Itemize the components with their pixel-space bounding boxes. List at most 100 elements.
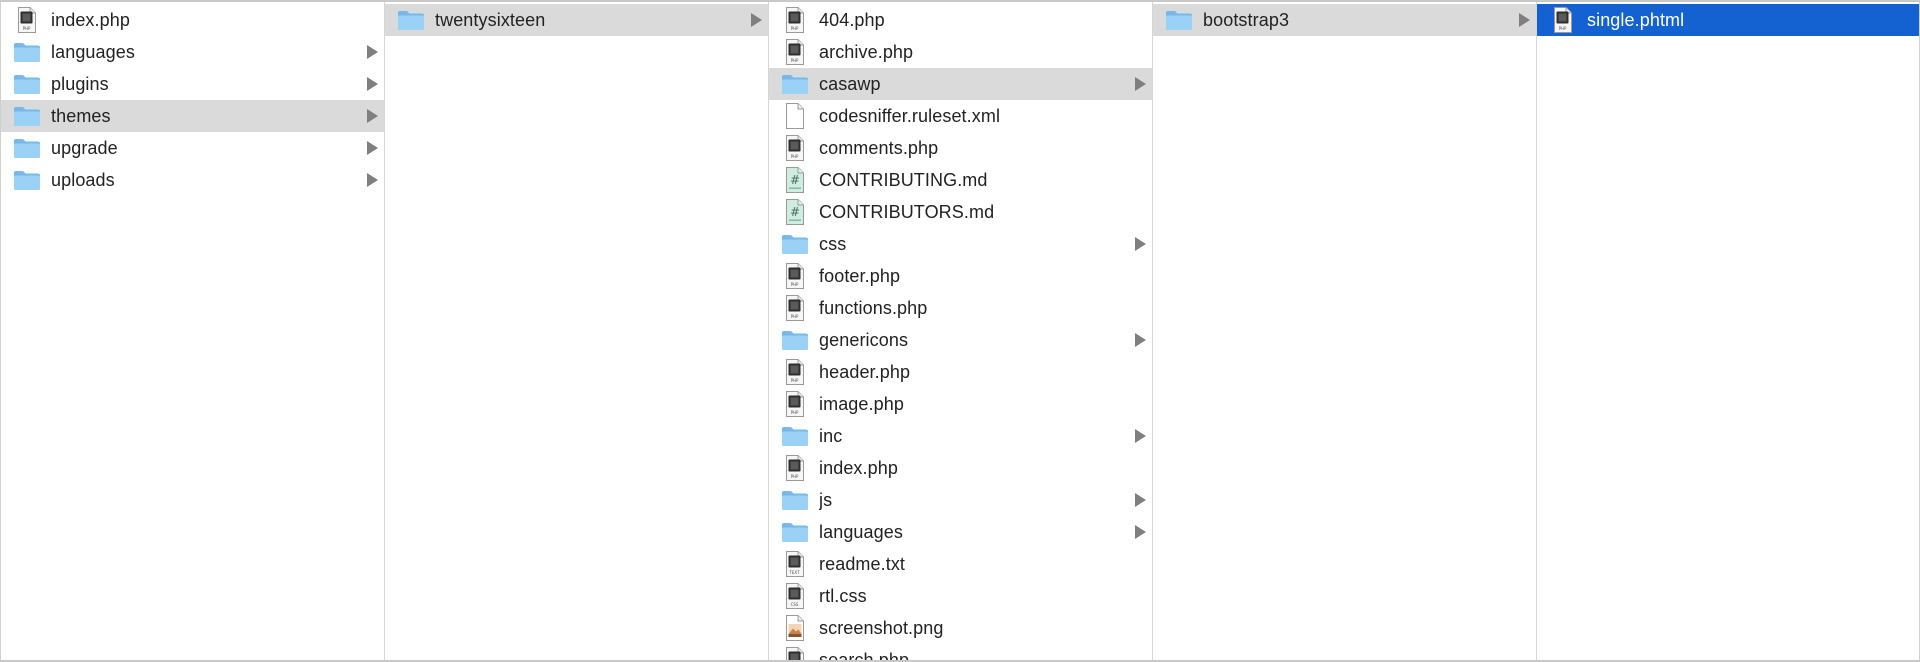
folder-icon bbox=[397, 7, 425, 33]
markdown-file-icon: # bbox=[781, 167, 809, 193]
item-name: js bbox=[819, 489, 833, 510]
item-name: comments.php bbox=[819, 137, 939, 158]
folder-icon bbox=[781, 231, 809, 257]
item-name: bootstrap3 bbox=[1203, 9, 1290, 30]
php-file-icon: PHP bbox=[1549, 7, 1577, 33]
php-file-icon: PHP bbox=[781, 647, 809, 660]
item-name: genericons bbox=[819, 329, 909, 350]
file-row[interactable]: PHP comments.php bbox=[769, 132, 1152, 164]
php-file-icon: PHP bbox=[781, 359, 809, 385]
file-row[interactable]: # CONTRIBUTING.md bbox=[769, 164, 1152, 196]
folder-row[interactable]: uploads bbox=[1, 164, 384, 196]
file-row[interactable]: codesniffer.ruleset.xml bbox=[769, 100, 1152, 132]
item-name: CONTRIBUTORS.md bbox=[819, 201, 995, 222]
item-name: rtl.css bbox=[819, 585, 867, 606]
disclosure-arrow-icon bbox=[1135, 525, 1146, 539]
finder-column-3[interactable]: PHP 404.php PHP archive.php casawp codes… bbox=[769, 2, 1153, 660]
file-row[interactable]: PHP index.php bbox=[769, 452, 1152, 484]
folder-icon bbox=[781, 487, 809, 513]
file-row[interactable]: PHP image.php bbox=[769, 388, 1152, 420]
file-row[interactable]: TEXT readme.txt bbox=[769, 548, 1152, 580]
item-name: footer.php bbox=[819, 265, 901, 286]
php-file-icon: PHP bbox=[781, 263, 809, 289]
folder-row[interactable]: css bbox=[769, 228, 1152, 260]
item-name: CONTRIBUTING.md bbox=[819, 169, 988, 190]
svg-text:PHP: PHP bbox=[23, 26, 31, 31]
item-name: css bbox=[819, 233, 847, 254]
folder-row[interactable]: casawp bbox=[769, 68, 1152, 100]
file-row[interactable]: PHP 404.php bbox=[769, 4, 1152, 36]
disclosure-arrow-icon bbox=[1135, 237, 1146, 251]
item-name: upgrade bbox=[51, 137, 118, 158]
folder-row[interactable]: js bbox=[769, 484, 1152, 516]
file-row[interactable]: PHP archive.php bbox=[769, 36, 1152, 68]
svg-text:TEXT: TEXT bbox=[788, 570, 800, 575]
file-row[interactable]: PHP header.php bbox=[769, 356, 1152, 388]
folder-row[interactable]: languages bbox=[769, 516, 1152, 548]
disclosure-arrow-icon bbox=[1135, 429, 1146, 443]
item-name: screenshot.png bbox=[819, 617, 944, 638]
folder-icon bbox=[1165, 7, 1193, 33]
blank-document-icon bbox=[781, 103, 809, 129]
file-row[interactable]: screenshot.png bbox=[769, 612, 1152, 644]
item-name: twentysixteen bbox=[435, 9, 546, 30]
item-name: uploads bbox=[51, 169, 115, 190]
svg-text:PHP: PHP bbox=[791, 314, 799, 319]
folder-row[interactable]: twentysixteen bbox=[385, 4, 768, 36]
folder-row[interactable]: genericons bbox=[769, 324, 1152, 356]
finder-column-2[interactable]: twentysixteen bbox=[385, 2, 769, 660]
php-file-icon: PHP bbox=[13, 7, 41, 33]
folder-row[interactable]: bootstrap3 bbox=[1153, 4, 1536, 36]
disclosure-arrow-icon bbox=[1135, 493, 1146, 507]
css-file-icon: CSS bbox=[781, 583, 809, 609]
folder-icon bbox=[781, 519, 809, 545]
item-name: functions.php bbox=[819, 297, 928, 318]
php-file-icon: PHP bbox=[781, 7, 809, 33]
finder-column-1[interactable]: PHP index.php languages plugins themes u… bbox=[1, 2, 385, 660]
item-name: header.php bbox=[819, 361, 911, 382]
folder-row[interactable]: upgrade bbox=[1, 132, 384, 164]
file-row[interactable]: PHP functions.php bbox=[769, 292, 1152, 324]
folder-row[interactable]: languages bbox=[1, 36, 384, 68]
folder-row[interactable]: themes bbox=[1, 100, 384, 132]
folder-icon bbox=[13, 71, 41, 97]
folder-row[interactable]: inc bbox=[769, 420, 1152, 452]
disclosure-arrow-icon bbox=[367, 45, 378, 59]
php-file-icon: PHP bbox=[781, 135, 809, 161]
disclosure-arrow-icon bbox=[367, 141, 378, 155]
item-name: 404.php bbox=[819, 9, 885, 30]
disclosure-arrow-icon bbox=[751, 13, 762, 27]
folder-row[interactable]: plugins bbox=[1, 68, 384, 100]
svg-text:PHP: PHP bbox=[791, 474, 799, 479]
svg-text:PHP: PHP bbox=[1559, 26, 1567, 31]
php-file-icon: PHP bbox=[781, 39, 809, 65]
disclosure-arrow-icon bbox=[367, 77, 378, 91]
php-file-icon: PHP bbox=[781, 295, 809, 321]
php-file-icon: PHP bbox=[781, 455, 809, 481]
item-name: codesniffer.ruleset.xml bbox=[819, 105, 1001, 126]
item-name: languages bbox=[51, 41, 135, 62]
disclosure-arrow-icon bbox=[367, 173, 378, 187]
finder-column-view: PHP index.php languages plugins themes u… bbox=[0, 0, 1920, 662]
file-row[interactable]: PHP single.phtml bbox=[1537, 4, 1919, 36]
svg-text:PHP: PHP bbox=[791, 410, 799, 415]
svg-text:#: # bbox=[790, 205, 800, 219]
image-file-icon bbox=[781, 615, 809, 641]
folder-icon bbox=[13, 39, 41, 65]
svg-text:PHP: PHP bbox=[791, 154, 799, 159]
svg-text:#: # bbox=[790, 173, 800, 187]
folder-icon bbox=[781, 71, 809, 97]
markdown-file-icon: # bbox=[781, 199, 809, 225]
text-file-icon: TEXT bbox=[781, 551, 809, 577]
file-row[interactable]: PHP search.php bbox=[769, 644, 1152, 660]
item-name: readme.txt bbox=[819, 553, 906, 574]
finder-column-5[interactable]: PHP single.phtml bbox=[1537, 2, 1919, 660]
file-row[interactable]: PHP index.php bbox=[1, 4, 384, 36]
finder-column-4[interactable]: bootstrap3 bbox=[1153, 2, 1537, 660]
file-row[interactable]: CSS rtl.css bbox=[769, 580, 1152, 612]
file-row[interactable]: # CONTRIBUTORS.md bbox=[769, 196, 1152, 228]
svg-text:PHP: PHP bbox=[791, 26, 799, 31]
file-row[interactable]: PHP footer.php bbox=[769, 260, 1152, 292]
folder-icon bbox=[13, 135, 41, 161]
item-name: plugins bbox=[51, 73, 109, 94]
